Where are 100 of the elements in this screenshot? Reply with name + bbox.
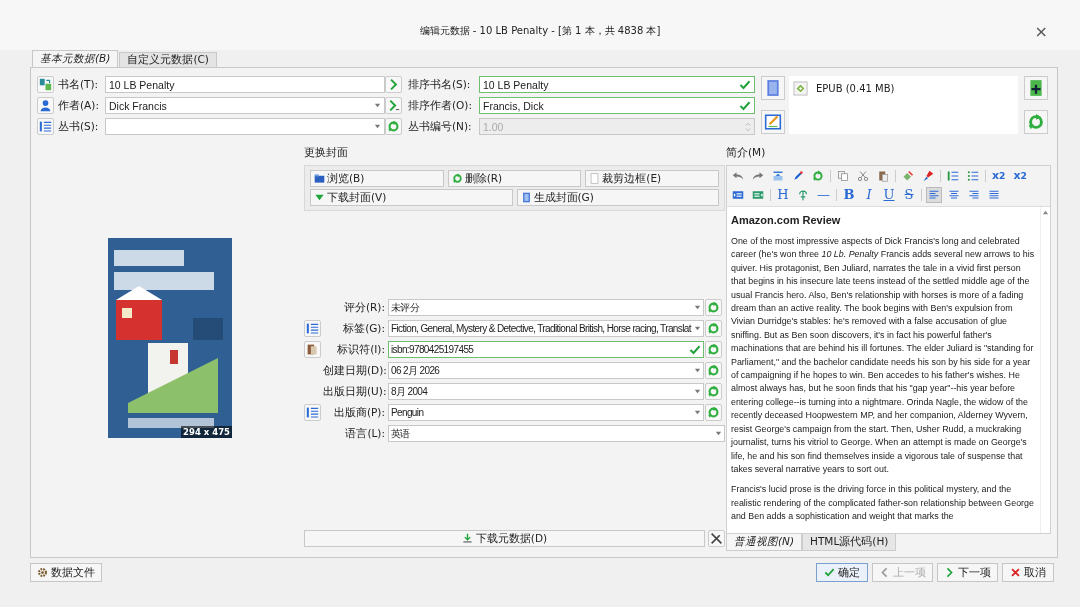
list-icon (39, 120, 52, 133)
field-label: 评分(R): (342, 300, 386, 315)
scroll-up-arrow-icon[interactable] (1042, 209, 1049, 216)
sort-author-field[interactable]: Francis, Dick (479, 97, 755, 114)
window-title: 编辑元数据 - 10 LB Penalty - [第 1 本，共 4838 本] (419, 24, 661, 38)
metadata-field[interactable]: 未评分 (388, 299, 704, 316)
reset-button[interactable] (385, 118, 402, 135)
field-label: 出版日期(U): (323, 384, 387, 399)
format-button[interactable]: U (881, 186, 897, 203)
author-field[interactable]: Dick Francis (105, 97, 385, 114)
insert-icon (772, 169, 784, 182)
description-paragraph: One of the most impressive aspects of Dick Francis's long and celebrated career (he's won three 10 Lb. Penalty Francis adds several new arrows to his quiver. His protagonist, Ben Juliard, narrates the tale in a vivid first person that begins in his insecure late teens instead of the settled middle age of the usual Francis hero. Also, Ben's relationship with horses is more of a fading dream than an active reality. The book begins with Ben's expulsion from Vivian Durridge's stables: he's removed with a false accusation of glue sniffing. But as Ben soon discovers, it's in fact his powerful father's machinations that are behind his ill fortunes. The elder Juliard is "standing for Parliament," and the bachelor candidate needs his son by his side for a year of campaigning if he hopes to win. Ben accedes to his father's wishes. He almost always has, but he soon finds that his "gap year"--his year before entering college--is turning into a nightmare. Orinda Nagle, the widow of the recently deceased Hoopwestern MP, and her companion, Alderney Wyvern, resist George's campaign from the start. Then, Usher Rudd, a muckraking journalist, turns his vitriol to George. When an attempt is made on George's life, he and his son find themselves inside a vigorous tale of suspense that takes several narrative years to sort out. (731, 235, 1036, 476)
metadata-field[interactable]: 06 2月 2026 (388, 362, 704, 379)
ok-button[interactable]: 确定 (816, 563, 868, 582)
metadata-field[interactable]: isbn:9780425197455 (388, 341, 704, 358)
cover-action-button[interactable]: 删除(R) (447, 170, 582, 187)
format-button[interactable]: — (815, 186, 832, 203)
field-label: 出版商(P): (332, 405, 386, 420)
page-icon (589, 173, 601, 184)
recycle-icon (707, 406, 720, 419)
numbered-list-icon (947, 169, 959, 182)
remove-format-button[interactable] (1024, 110, 1048, 134)
reset-button[interactable] (705, 383, 722, 400)
editor-button[interactable] (304, 320, 321, 337)
cancel-button[interactable]: 取消 (1002, 563, 1054, 582)
check-icon (824, 567, 835, 578)
cover-size-label: 294 x 475 (181, 425, 232, 438)
view-tab[interactable]: 普通视图(N) (726, 534, 803, 551)
field-icon-button[interactable] (37, 97, 54, 114)
check-icon (739, 99, 751, 112)
editor-button[interactable] (304, 404, 321, 421)
copy-sort-button[interactable] (385, 97, 402, 114)
view-tab[interactable]: HTML源代码(H) (802, 534, 897, 551)
settings-button[interactable] (708, 530, 725, 547)
dropdown-arrow-icon (374, 102, 381, 109)
recycle-icon (451, 173, 463, 184)
tab[interactable]: 基本元数据(B) (32, 50, 119, 67)
recycle-icon (707, 343, 720, 356)
metadata-field[interactable]: 英语 (388, 425, 725, 442)
add-book-icon (1027, 79, 1045, 97)
copy-sort-button[interactable] (385, 76, 402, 93)
cover-action-button[interactable]: 下载封面(V) (310, 189, 513, 206)
paste-icon (877, 169, 889, 182)
tab[interactable]: 自定义元数据(C) (119, 52, 217, 67)
align-left-icon (928, 188, 940, 201)
field-label: 作者(A): (57, 98, 100, 113)
metadata-field[interactable]: Penguin (388, 404, 704, 421)
align-left-button[interactable] (926, 186, 942, 203)
recycle-icon (812, 169, 824, 182)
recycle-icon (387, 120, 400, 133)
reset-button[interactable] (705, 362, 722, 379)
format-item[interactable]: EPUB (0.41 MB) (793, 78, 1014, 98)
format-button[interactable]: H (775, 186, 791, 203)
close-icon (1010, 567, 1021, 578)
reset-button[interactable] (705, 299, 722, 316)
title-field[interactable]: 10 LB Penalty (105, 76, 385, 93)
recycle-icon (707, 385, 720, 398)
paragraph-icon (797, 188, 809, 201)
scrollbar[interactable] (1040, 207, 1050, 533)
section-heading: 更换封面 (304, 146, 349, 160)
epub-file-icon (793, 80, 808, 96)
format-button[interactable]: S (901, 186, 917, 203)
field-label: 标签(G): (342, 321, 386, 336)
data-files-button[interactable]: 数据文件 (30, 563, 102, 582)
download-metadata-button[interactable]: 下载元数据(D) (304, 530, 705, 547)
reset-button[interactable] (705, 341, 722, 358)
recycle-icon (707, 301, 720, 314)
brush-icon (922, 169, 934, 182)
cover-button[interactable] (761, 76, 785, 100)
add-format-button[interactable] (1024, 76, 1048, 100)
cover-action-button[interactable]: 浏览(B) (310, 170, 444, 187)
format-button[interactable]: B (841, 186, 857, 203)
reset-button[interactable] (705, 320, 722, 337)
paint-bucket-icon (902, 169, 914, 182)
format-button[interactable]: I (861, 186, 877, 203)
field-label: 语言(L): (344, 426, 386, 441)
metadata-field[interactable]: Fiction, General, Mystery & Detective, Traditional British, Horse racing, Translat (388, 320, 704, 337)
series-field[interactable] (105, 118, 385, 135)
download-icon (461, 533, 473, 544)
field-label: 标识符(I): (336, 342, 386, 357)
cover-action-button[interactable]: 裁剪边框(E) (585, 170, 719, 187)
check-icon (689, 343, 701, 356)
description-paragraph: Francis's lucid prose is the driving force in this political mystery, and the realistic rendering of the complicated father-son relationship between George and Ben adds a sophistication and weight that marks the (731, 483, 1035, 524)
recycle-icon (707, 364, 720, 377)
sort-title-field[interactable]: 10 LB Penalty (479, 76, 755, 93)
reset-button[interactable] (705, 404, 722, 421)
cover-action-button[interactable]: 生成封面(G) (516, 189, 719, 206)
field-icon-button[interactable] (37, 118, 54, 135)
close-button[interactable]: × (1030, 22, 1052, 41)
next-button[interactable]: 下一项 (937, 563, 998, 582)
align-center-icon (948, 188, 960, 201)
field-label: 创建日期(D): (323, 363, 387, 378)
scissors-icon (857, 169, 869, 182)
section-heading: 简介(M) (726, 146, 767, 160)
folder-icon (314, 173, 325, 184)
pencil-icon (764, 113, 782, 131)
book-cover-icon (520, 192, 532, 203)
field-label: 丛书编号(N): (407, 119, 473, 134)
edit-button[interactable] (761, 110, 785, 134)
metadata-field[interactable]: 8月 2004 (388, 383, 704, 400)
